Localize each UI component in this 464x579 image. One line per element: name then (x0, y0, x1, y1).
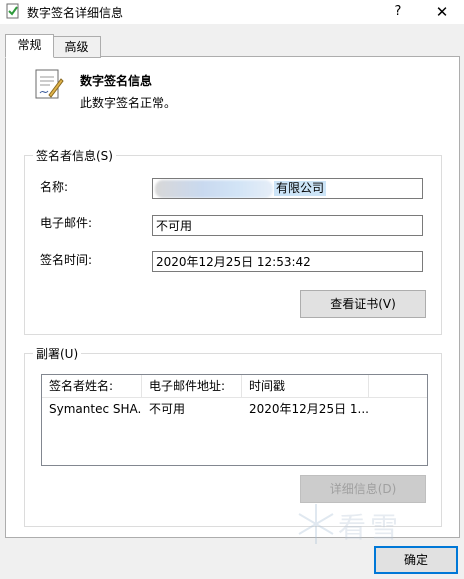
watermark-text: 看雪 (338, 511, 403, 544)
redacted-region (155, 180, 273, 198)
signer-name-field[interactable]: 有限公司 (152, 178, 423, 199)
certificate-check-icon (6, 3, 19, 19)
signature-status-text: 此数字签名正常。 (80, 96, 177, 110)
window-title: 数字签名详细信息 (27, 6, 124, 20)
signer-name-value: 有限公司 (274, 181, 327, 196)
tab-general[interactable]: 常规 (5, 34, 54, 58)
title-bar: 数字签名详细信息 ? ✕ (0, 0, 464, 24)
kanxue-watermark: 看雪 (296, 498, 436, 550)
general-tab-panel: 数字签名信息 此数字签名正常。 签名者信息(S) 名称: 有限公司 电子邮件: … (5, 56, 460, 538)
signature-info-title: 数字签名信息 (80, 74, 153, 88)
signing-time-field[interactable]: 2020年12月25日 12:53:42 (152, 251, 423, 272)
signing-time-label: 签名时间: (40, 253, 93, 267)
signer-email-field[interactable]: 不可用 (152, 215, 423, 236)
cell-timestamp: 2020年12月25日 1... (249, 402, 369, 416)
tab-advanced[interactable]: 高级 (52, 36, 101, 58)
name-label: 名称: (40, 180, 69, 194)
column-email[interactable]: 电子邮件地址: (142, 375, 242, 397)
close-button[interactable]: ✕ (420, 0, 464, 24)
list-item[interactable]: Symantec SHA... 不可用 2020年12月25日 1... (42, 398, 427, 420)
signer-info-label: 签名者信息(S) (33, 147, 116, 164)
cell-email: 不可用 (149, 402, 186, 416)
countersignature-list[interactable]: 签名者姓名: 电子邮件地址: 时间戳 Symantec SHA... 不可用 2… (41, 374, 428, 466)
help-button[interactable]: ? (376, 0, 420, 24)
email-label: 电子邮件: (40, 216, 93, 230)
view-certificate-button[interactable]: 查看证书(V) (300, 290, 426, 318)
column-timestamp[interactable]: 时间戳 (242, 375, 369, 397)
certificate-icon (35, 69, 64, 99)
cell-signer-name: Symantec SHA... (49, 402, 142, 416)
column-signer-name[interactable]: 签名者姓名: (42, 375, 142, 397)
list-header: 签名者姓名: 电子邮件地址: 时间戳 (42, 375, 427, 398)
countersignature-label: 副署(U) (33, 345, 82, 362)
snowflake-icon (298, 504, 334, 544)
ok-button[interactable]: 确定 (374, 546, 458, 574)
signer-info-group: 签名者信息(S) 名称: 有限公司 电子邮件: 不可用 签名时间: 2020年1… (24, 147, 442, 335)
